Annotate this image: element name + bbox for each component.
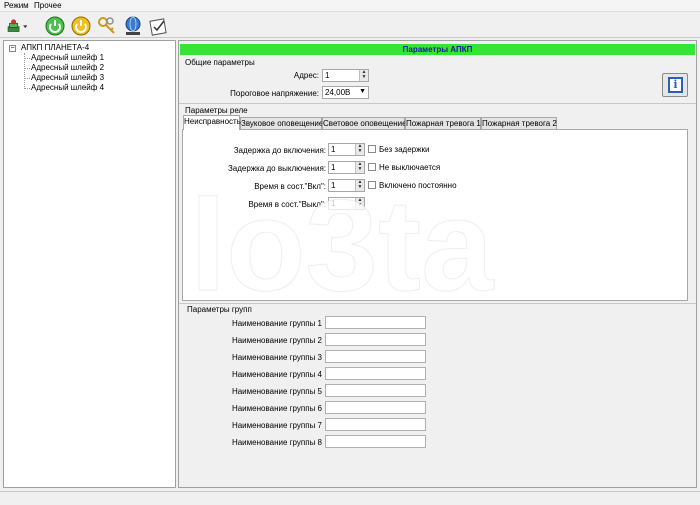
- group-name-input-3[interactable]: [325, 350, 426, 363]
- divider: [179, 303, 696, 304]
- on-time-label: Время в сост."Вкл":: [254, 182, 326, 191]
- keys-button[interactable]: [96, 15, 118, 37]
- tab-fire-alarm-1[interactable]: Пожарная тревога 1: [405, 117, 481, 129]
- tree-connector: [24, 58, 30, 59]
- off-time-value: 1: [331, 199, 336, 208]
- tab-light-alert[interactable]: Световое оповещение: [322, 117, 407, 129]
- group-name-label-8: Наименование группы 8: [231, 438, 322, 447]
- spin-buttons[interactable]: ▲ ▼: [355, 198, 364, 209]
- spin-down-icon[interactable]: ▼: [356, 167, 364, 172]
- on-time-spinner[interactable]: 1 ▲ ▼: [328, 179, 365, 192]
- tree-collapse-toggle[interactable]: −: [9, 45, 16, 52]
- globe-monitor-icon: [125, 16, 141, 35]
- menu-rezhim[interactable]: Режим: [4, 1, 29, 10]
- tree-connector: [24, 68, 30, 69]
- apkp-parameters-panel: Параметры АПКП Общие параметры Адрес: 1 …: [178, 40, 697, 488]
- group-name-input-7[interactable]: [325, 418, 426, 431]
- delay-on-value: 1: [331, 145, 336, 154]
- voltage-value: 24,00В: [325, 88, 351, 97]
- never-off-checkbox[interactable]: [368, 163, 376, 171]
- divider: [179, 103, 696, 104]
- status-bar: [0, 491, 700, 505]
- delay-on-spinner[interactable]: 1 ▲ ▼: [328, 143, 365, 156]
- spin-down-icon[interactable]: ▼: [356, 149, 364, 154]
- tree-connector: [24, 88, 30, 89]
- toolbar: [0, 12, 700, 38]
- panel-title: Параметры АПКП: [180, 44, 695, 55]
- on-time-value: 1: [331, 181, 336, 190]
- address-label: Адрес:: [293, 71, 319, 80]
- general-params-title: Общие параметры: [185, 58, 255, 67]
- spin-buttons[interactable]: ▲ ▼: [355, 162, 364, 173]
- relay-params-title: Параметры реле: [185, 106, 248, 115]
- never-off-label: Не выключается: [379, 163, 441, 172]
- keys-icon: [98, 17, 115, 34]
- menu-bar: Режим Прочее: [0, 0, 700, 12]
- power-yellow-button[interactable]: [70, 15, 92, 37]
- always-on-checkbox[interactable]: [368, 181, 376, 189]
- chevron-down-icon: ▼: [359, 88, 366, 95]
- tree-item-loop-2[interactable]: Адресный шлейф 2: [31, 63, 104, 72]
- info-icon: i: [668, 77, 683, 93]
- tree-item-loop-1[interactable]: Адресный шлейф 1: [31, 53, 104, 62]
- spin-buttons[interactable]: ▲ ▼: [355, 144, 364, 155]
- device-tree: − АПКП ПЛАНЕТА-4 Адресный шлейф 1 Адресн…: [3, 40, 176, 488]
- delay-off-spinner[interactable]: 1 ▲ ▼: [328, 161, 365, 174]
- info-button[interactable]: i: [662, 73, 688, 97]
- group-name-input-1[interactable]: [325, 316, 426, 329]
- tree-connector: [24, 78, 30, 79]
- group-name-input-6[interactable]: [325, 401, 426, 414]
- group-name-label-6: Наименование группы 6: [231, 404, 322, 413]
- group-name-label-4: Наименование группы 4: [231, 370, 322, 379]
- group-name-input-2[interactable]: [325, 333, 426, 346]
- device-stack-button[interactable]: [6, 15, 38, 37]
- tab-sound-alert[interactable]: Звуковое оповещение: [240, 117, 323, 129]
- power-yellow-icon: [71, 16, 91, 36]
- off-time-spinner[interactable]: 1 ▲ ▼: [328, 197, 365, 210]
- group-name-label-1: Наименование группы 1: [231, 319, 322, 328]
- menu-prochee[interactable]: Прочее: [34, 1, 62, 10]
- relay-tab-content: Задержка до включения: 1 ▲ ▼ Без задержки…: [182, 129, 688, 301]
- address-value: 1: [325, 71, 330, 80]
- delay-off-label: Задержка до выключения:: [227, 164, 326, 173]
- tab-fire-alarm-2[interactable]: Пожарная тревога 2: [481, 117, 557, 129]
- delay-on-label: Задержка до включения:: [233, 146, 326, 155]
- spin-down-icon[interactable]: ▼: [356, 185, 364, 190]
- group-name-label-5: Наименование группы 5: [231, 387, 322, 396]
- spin-down-icon[interactable]: ▼: [360, 75, 368, 80]
- group-name-input-4[interactable]: [325, 367, 426, 380]
- spin-buttons[interactable]: ▲ ▼: [359, 70, 368, 81]
- group-name-input-5[interactable]: [325, 384, 426, 397]
- spin-down-icon[interactable]: ▼: [356, 203, 364, 208]
- globe-monitor-button[interactable]: [122, 15, 144, 37]
- delay-off-value: 1: [331, 163, 336, 172]
- tree-item-loop-3[interactable]: Адресный шлейф 3: [31, 73, 104, 82]
- always-on-label: Включено постоянно: [379, 181, 457, 190]
- tree-item-loop-4[interactable]: Адресный шлейф 4: [31, 83, 104, 92]
- no-delay-label: Без задержки: [379, 145, 430, 154]
- group-name-label-3: Наименование группы 3: [231, 353, 322, 362]
- group-name-label-2: Наименование группы 2: [231, 336, 322, 345]
- off-time-label: Время в сост."Выкл":: [248, 200, 326, 209]
- voltage-select[interactable]: 24,00В ▼: [322, 86, 369, 99]
- group-name-input-8[interactable]: [325, 435, 426, 448]
- voltage-label: Пороговое напряжение:: [230, 89, 319, 98]
- group-name-label-7: Наименование группы 7: [231, 421, 322, 430]
- checklist-icon: [149, 18, 167, 36]
- checklist-button[interactable]: [148, 15, 170, 37]
- no-delay-checkbox[interactable]: [368, 145, 376, 153]
- tab-malfunction[interactable]: Неисправность: [183, 115, 241, 130]
- device-stack-icon: [7, 19, 28, 32]
- address-spinner[interactable]: 1 ▲ ▼: [322, 69, 369, 82]
- group-params-title: Параметры групп: [187, 305, 252, 314]
- spin-buttons[interactable]: ▲ ▼: [355, 180, 364, 191]
- power-green-icon: [45, 16, 65, 36]
- tree-root-apkp[interactable]: АПКП ПЛАНЕТА-4: [21, 43, 89, 52]
- power-green-button[interactable]: [44, 15, 66, 37]
